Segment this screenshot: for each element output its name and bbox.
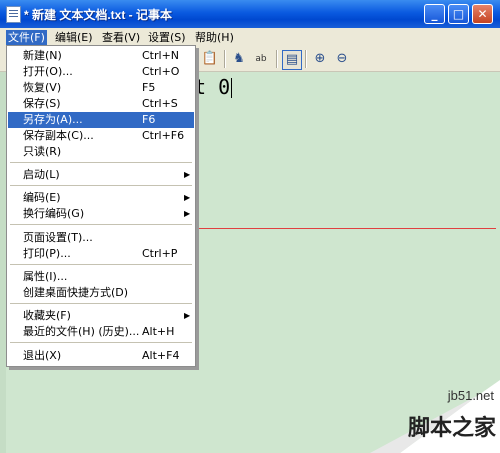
menu-item-encoding[interactable]: 编码(E) ▶ [8,190,194,206]
submenu-arrow-icon: ▶ [184,170,191,179]
maximize-button[interactable]: □ [448,4,469,24]
menu-item-open[interactable]: 打开(O)... Ctrl+O [8,64,194,80]
title-bar[interactable]: * 新建 文本文档.txt - 记事本 _ □ ✕ [0,0,500,28]
menu-item-save-as[interactable]: 另存为(A)... F6 [8,112,194,128]
menu-item-line-ending[interactable]: 换行编码(G) ▶ [8,206,194,222]
zoom-in-icon[interactable]: ⊕ [311,50,329,68]
menu-item-save-copy[interactable]: 保存副本(C)... Ctrl+F6 [8,128,194,144]
window-title: * 新建 文本文档.txt - 记事本 [24,8,173,22]
paste-icon[interactable]: 📋 [201,50,219,68]
menu-item-exit[interactable]: 退出(X) Alt+F4 [8,348,194,364]
menu-help[interactable]: 帮助(H) [193,30,236,45]
close-button[interactable]: ✕ [472,4,493,24]
menu-item-recent-files[interactable]: 最近的文件(H) (历史)... Alt+H [8,324,194,340]
submenu-arrow-icon: ▶ [184,209,191,218]
file-menu-dropdown: 新建(N) Ctrl+N 打开(O)... Ctrl+O 恢复(V) F5 保存(S)… [6,45,196,367]
menu-item-launch[interactable]: 启动(L) ▶ [8,167,194,183]
find-icon[interactable]: ♞ [230,50,248,68]
menu-view[interactable]: 查看(V) [100,30,142,45]
watermark-name: 脚本之家 [407,416,496,441]
menu-item-revert[interactable]: 恢复(V) F5 [8,80,194,96]
menu-item-page-setup[interactable]: 页面设置(T)... [8,230,194,246]
watermark-site: jb51.net [447,388,494,403]
wordwrap-icon[interactable]: ▤ [282,50,302,70]
menu-item-save[interactable]: 保存(S) Ctrl+S [8,96,194,112]
menu-item-print[interactable]: 打印(P)... Ctrl+P [8,246,194,262]
menu-edit[interactable]: 编辑(E) [53,30,95,45]
minimize-button[interactable]: _ [424,4,445,24]
menu-item-favorites[interactable]: 收藏夹(F) ▶ [8,308,194,324]
replace-icon[interactable]: ab [252,50,270,68]
notepad-icon [6,6,21,23]
menu-item-properties[interactable]: 属性(I)... [8,269,194,285]
submenu-arrow-icon: ▶ [184,193,191,202]
menu-item-desktop-shortcut[interactable]: 创建桌面快捷方式(D) [8,285,194,301]
menu-item-new[interactable]: 新建(N) Ctrl+N [8,48,194,64]
zoom-out-icon[interactable]: ⊖ [333,50,351,68]
submenu-arrow-icon: ▶ [184,311,191,320]
menu-item-read-only[interactable]: 只读(R) [8,144,194,160]
editor-content: t 0 [194,75,233,99]
menu-settings[interactable]: 设置(S) [146,30,188,45]
menu-file[interactable]: 文件(F) [6,30,47,45]
